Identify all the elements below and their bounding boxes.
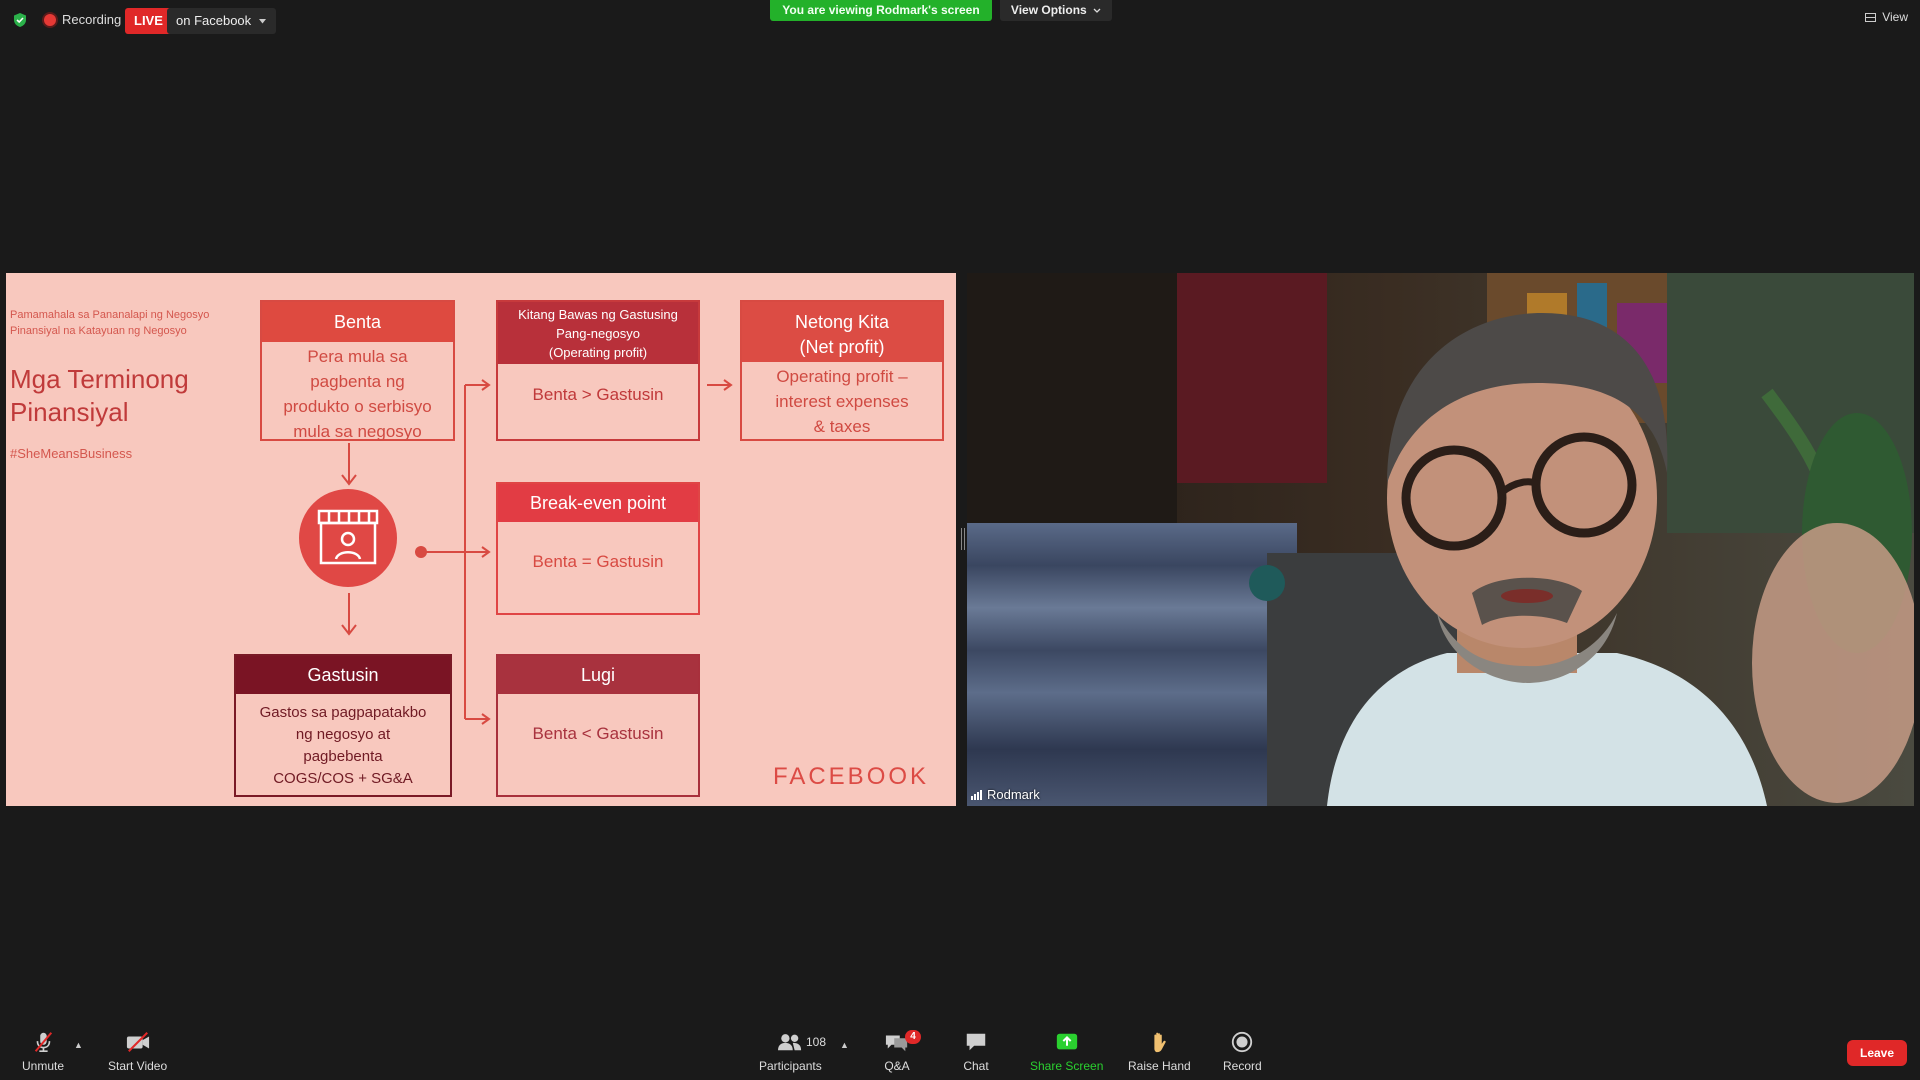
viewing-prefix: You are viewing bbox=[782, 3, 877, 17]
operating-header-line: Kitang Bawas ng Gastusing bbox=[518, 307, 678, 322]
participants-options-chevron-icon[interactable]: ▲ bbox=[840, 1040, 849, 1050]
benta-body-line: Pera mula sa bbox=[307, 347, 408, 366]
break-even-box: Break-even point Benta = Gastusin bbox=[496, 482, 700, 615]
raise-hand-label: Raise Hand bbox=[1128, 1059, 1191, 1073]
speaker-video-tile[interactable]: Rodmark bbox=[967, 273, 1914, 806]
benta-box: Benta Pera mula sa pagbenta ng produkto … bbox=[260, 300, 455, 441]
operating-profit-header: Kitang Bawas ng Gastusing Pang-negosyo (… bbox=[498, 302, 698, 364]
muted-microphone-icon bbox=[34, 1032, 53, 1053]
chevron-down-icon bbox=[259, 18, 267, 23]
facebook-logo: FACEBOOK bbox=[773, 763, 930, 790]
net-profit-box: Netong Kita (Net profit) Operating profi… bbox=[740, 300, 944, 441]
lugi-header: Lugi bbox=[498, 656, 698, 694]
break-even-header: Break-even point bbox=[498, 484, 698, 522]
view-layout-button[interactable]: View bbox=[1865, 10, 1908, 24]
live-stream-dropdown[interactable]: on Facebook bbox=[167, 8, 277, 34]
audio-options-chevron-icon[interactable]: ▲ bbox=[74, 1040, 83, 1050]
raise-hand-button[interactable]: Raise Hand bbox=[1128, 1030, 1191, 1073]
benta-body-line: produkto o serbisyo bbox=[283, 397, 432, 416]
recording-label: Recording bbox=[62, 12, 122, 27]
operating-profit-body: Benta > Gastusin bbox=[532, 385, 664, 404]
encryption-shield-icon[interactable] bbox=[12, 12, 28, 28]
video-off-icon bbox=[126, 1032, 149, 1052]
benta-body-line: pagbenta ng bbox=[310, 372, 405, 391]
recording-indicator[interactable]: Recording bbox=[44, 12, 121, 27]
chat-button[interactable]: Chat bbox=[963, 1030, 989, 1073]
gastusin-body: Gastos sa pagpapatakbo ng negosyo at pag… bbox=[236, 694, 450, 790]
gastusin-body-line: COGS/COS + SG&A bbox=[273, 770, 413, 787]
viewing-name: Rodmark's screen bbox=[876, 3, 980, 17]
gastusin-header: Gastusin bbox=[236, 656, 450, 694]
benta-body: Pera mula sa pagbenta ng produkto o serb… bbox=[262, 342, 453, 444]
raise-hand-icon bbox=[1154, 1032, 1167, 1053]
chat-icon bbox=[966, 1033, 986, 1051]
break-even-body: Benta = Gastusin bbox=[532, 552, 664, 571]
net-body-line: interest expenses bbox=[775, 392, 909, 411]
lugi-body: Benta < Gastusin bbox=[532, 724, 664, 743]
participant-name: Rodmark bbox=[987, 787, 1040, 802]
record-label: Record bbox=[1223, 1059, 1262, 1073]
operating-header-line: (Operating profit) bbox=[548, 345, 648, 360]
participants-label: Participants bbox=[759, 1059, 822, 1073]
participants-icon bbox=[778, 1034, 802, 1051]
unmute-label: Unmute bbox=[22, 1059, 65, 1073]
recording-dot-icon bbox=[44, 13, 56, 26]
participants-count: 108 bbox=[806, 1035, 827, 1049]
gastusin-body-line: pagbebenta bbox=[303, 748, 383, 765]
chat-label: Chat bbox=[963, 1059, 989, 1073]
share-screen-label: Share Screen bbox=[1030, 1059, 1104, 1073]
leave-button[interactable]: Leave bbox=[1847, 1040, 1907, 1066]
net-profit-header: Netong Kita (Net profit) bbox=[742, 302, 942, 362]
net-header-line: Netong Kita bbox=[794, 312, 890, 332]
benta-body-line: mula sa negosyo bbox=[293, 422, 422, 441]
storefront-icon bbox=[299, 489, 397, 587]
qa-notification-badge: 4 bbox=[905, 1030, 921, 1044]
unmute-button[interactable]: Unmute bbox=[22, 1030, 64, 1073]
speaker-video-frame bbox=[967, 273, 1914, 806]
branch-dot bbox=[415, 546, 427, 558]
operating-header-line: Pang-negosyo bbox=[556, 326, 640, 341]
operating-profit-box: Kitang Bawas ng Gastusing Pang-negosyo (… bbox=[496, 300, 700, 441]
net-body-line: Operating profit – bbox=[776, 367, 908, 386]
record-icon bbox=[1232, 1031, 1253, 1053]
split-view-drag-handle[interactable] bbox=[961, 528, 965, 550]
benta-header: Benta bbox=[262, 302, 453, 342]
net-profit-body: Operating profit – interest expenses & t… bbox=[742, 362, 942, 439]
start-video-label: Start Video bbox=[108, 1059, 168, 1073]
signal-strength-icon bbox=[971, 789, 982, 800]
view-label: View bbox=[1882, 10, 1908, 24]
lugi-box: Lugi Benta < Gastusin bbox=[496, 654, 700, 797]
grid-view-icon bbox=[1865, 12, 1877, 22]
qa-label: Q&A bbox=[884, 1059, 910, 1073]
share-screen-icon bbox=[1056, 1033, 1077, 1050]
gastusin-body-line: Gastos sa pagpapatakbo bbox=[259, 704, 427, 721]
share-screen-button[interactable]: Share Screen bbox=[1030, 1030, 1103, 1073]
start-video-button[interactable]: Start Video bbox=[108, 1030, 167, 1073]
view-options-button[interactable]: View Options bbox=[1000, 0, 1112, 21]
live-target-label: on Facebook bbox=[176, 13, 252, 28]
meeting-top-bar: Recording LIVE on Facebook You are viewi… bbox=[0, 0, 1920, 40]
participant-name-tag: Rodmark bbox=[971, 787, 1040, 802]
chevron-down-icon bbox=[1093, 8, 1101, 13]
live-badge: LIVE bbox=[125, 8, 172, 34]
net-header-line: (Net profit) bbox=[799, 337, 885, 357]
record-button[interactable]: Record bbox=[1223, 1030, 1262, 1073]
gastusin-body-line: ng negosyo at bbox=[295, 726, 391, 743]
viewing-screen-banner: You are viewing Rodmark's screen bbox=[770, 0, 992, 21]
gastusin-box: Gastusin Gastos sa pagpapatakbo ng negos… bbox=[234, 654, 452, 797]
net-body-line: & taxes bbox=[813, 417, 871, 436]
shared-screen-slide: Pamamahala sa Pananalapi ng Negosyo Pina… bbox=[6, 273, 956, 806]
view-options-label: View Options bbox=[1010, 3, 1087, 17]
